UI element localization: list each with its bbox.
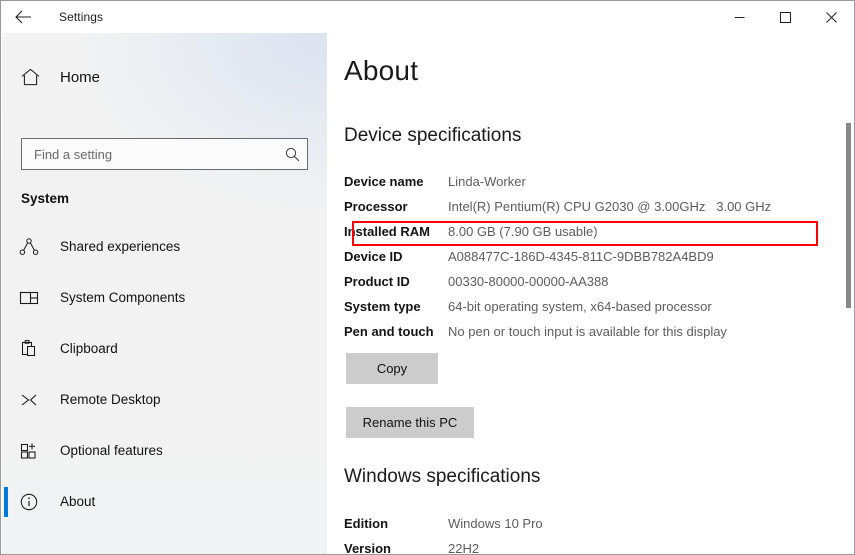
- maximize-button[interactable]: [762, 1, 808, 33]
- selection-accent-bar: [4, 486, 8, 517]
- spec-row: Version 22H2: [344, 536, 824, 554]
- remote-desktop-icon: [18, 389, 40, 411]
- home-icon: [18, 65, 42, 89]
- spec-key: Pen and touch: [344, 324, 434, 339]
- sidebar-item-about[interactable]: About: [2, 476, 327, 527]
- clipboard-icon: [18, 338, 40, 360]
- sidebar-item-label: System Components: [60, 290, 186, 305]
- spec-value: 8.00 GB (7.90 GB usable): [448, 224, 598, 239]
- shared-experiences-icon: [18, 236, 40, 258]
- spec-value: A088477C-186D-4345-811C-9DBB782A4BD9: [448, 249, 714, 264]
- sidebar-item-optional-features[interactable]: Optional features: [2, 425, 327, 476]
- search-input[interactable]: [22, 139, 277, 169]
- sidebar-item-clipboard[interactable]: Clipboard: [2, 323, 327, 374]
- sidebar-item-label: About: [60, 494, 96, 509]
- search-box[interactable]: [21, 138, 308, 170]
- spec-key: Device ID: [344, 249, 403, 264]
- spec-value: 22H2: [448, 541, 480, 554]
- sidebar-item-label: Remote Desktop: [60, 392, 161, 407]
- spec-key: Installed RAM: [344, 224, 430, 239]
- spec-row: Processor Intel(R) Pentium(R) CPU G2030 …: [344, 194, 824, 219]
- sidebar-nav: Shared experiences System Components Cli…: [2, 221, 327, 527]
- sidebar-group-title: System: [21, 191, 70, 206]
- windows-specifications-heading: Windows specifications: [344, 466, 541, 487]
- spec-row: Edition Windows 10 Pro: [344, 511, 824, 536]
- sidebar-item-label: Optional features: [60, 443, 163, 458]
- windows-specifications-list: Edition Windows 10 Pro Version 22H2: [344, 511, 824, 554]
- spec-row: Device name Linda-Worker: [344, 169, 824, 194]
- spec-value: 00330-80000-00000-AA388: [448, 274, 609, 289]
- app-title: Settings: [59, 10, 104, 24]
- sidebar-item-label: Clipboard: [60, 341, 118, 356]
- system-components-icon: [18, 287, 40, 309]
- info-circle-icon: [18, 491, 40, 513]
- spec-row: System type 64-bit operating system, x64…: [344, 294, 824, 319]
- search-icon[interactable]: [277, 147, 307, 162]
- spec-value: Intel(R) Pentium(R) CPU G2030 @ 3.00GHz …: [448, 199, 772, 214]
- sidebar: Home System: [2, 33, 327, 554]
- page-title: About: [344, 55, 419, 86]
- spec-key: Edition: [344, 516, 389, 531]
- rename-this-pc-button[interactable]: Rename this PC: [346, 407, 474, 438]
- sidebar-item-remote-desktop[interactable]: Remote Desktop: [2, 374, 327, 425]
- sidebar-item-label: Shared experiences: [60, 239, 181, 254]
- sidebar-item-home[interactable]: Home: [2, 59, 327, 95]
- spec-row: Product ID 00330-80000-00000-AA388: [344, 269, 824, 294]
- about-page-content: About Device specifications Device name …: [327, 33, 854, 554]
- spec-row: Pen and touch No pen or touch input is a…: [344, 319, 824, 344]
- spec-row: Installed RAM 8.00 GB (7.90 GB usable): [344, 219, 824, 244]
- back-button[interactable]: [1, 1, 45, 33]
- device-specifications-heading: Device specifications: [344, 125, 522, 146]
- copy-button[interactable]: Copy: [346, 353, 438, 384]
- spec-key: System type: [344, 299, 421, 314]
- spec-key: Product ID: [344, 274, 410, 289]
- spec-key: Device name: [344, 174, 424, 189]
- sidebar-item-system-components[interactable]: System Components: [2, 272, 327, 323]
- vertical-scrollbar[interactable]: [843, 33, 854, 554]
- close-button[interactable]: [808, 1, 854, 33]
- spec-value: Linda-Worker: [448, 174, 526, 189]
- minimize-button[interactable]: [716, 1, 762, 33]
- optional-features-icon: [18, 440, 40, 462]
- settings-window: Settings Home Find a setting System Shar…: [0, 0, 855, 555]
- sidebar-item-shared-experiences[interactable]: Shared experiences: [2, 221, 327, 272]
- sidebar-home-label: Home: [60, 68, 101, 86]
- caption-buttons: [716, 1, 854, 33]
- spec-key: Processor: [344, 199, 408, 214]
- spec-key: Version: [344, 541, 391, 554]
- spec-value: No pen or touch input is available for t…: [448, 324, 727, 339]
- spec-value: Windows 10 Pro: [448, 516, 543, 531]
- device-specifications-list: Device name Linda-Worker Processor Intel…: [344, 169, 824, 344]
- scrollbar-thumb[interactable]: [846, 123, 851, 308]
- spec-value: 64-bit operating system, x64-based proce…: [448, 299, 712, 314]
- spec-row: Device ID A088477C-186D-4345-811C-9DBB78…: [344, 244, 824, 269]
- title-bar: Settings: [1, 1, 854, 33]
